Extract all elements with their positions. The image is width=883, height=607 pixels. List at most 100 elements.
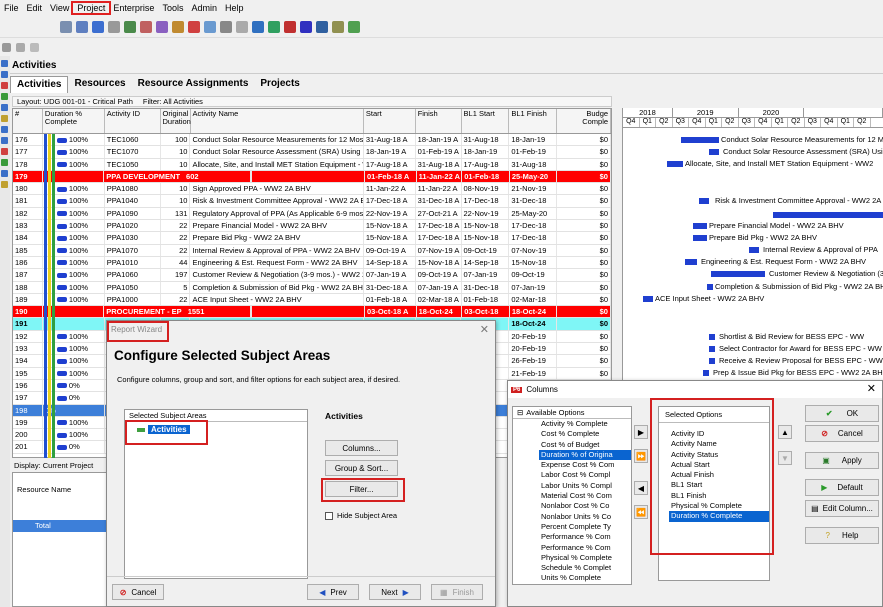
close-icon[interactable]: ✕ <box>480 323 489 336</box>
available-option[interactable]: Cost % Complete <box>539 429 631 439</box>
cancel-button[interactable]: ⊘ Cancel <box>805 425 879 442</box>
edit-column-button[interactable]: ▤ Edit Column... <box>805 500 879 517</box>
ok-button[interactable]: ✔ OK <box>805 405 879 422</box>
table-row[interactable]: 190 PROCUREMENT - EP 15511551 03-Oct-18 A 18… <box>13 306 611 319</box>
cancel-button[interactable]: ⊘ Cancel <box>112 584 164 600</box>
menu-view[interactable]: View <box>46 3 73 13</box>
move-left-button[interactable]: ◀ <box>634 481 648 495</box>
gantt-bar[interactable] <box>693 223 707 229</box>
hide-checkbox[interactable] <box>325 511 333 520</box>
total-row[interactable]: Total <box>13 520 111 532</box>
move-all-right-button[interactable]: ⏩ <box>634 449 648 463</box>
nav-icon[interactable] <box>1 93 8 100</box>
available-option[interactable]: Activity % Complete <box>539 419 631 429</box>
print-icon[interactable] <box>2 42 11 52</box>
move-right-button[interactable]: ▶ <box>634 425 648 439</box>
gantt-bar[interactable] <box>685 259 697 265</box>
col-header[interactable]: BL1 Start <box>462 109 510 133</box>
available-option[interactable]: Schedule % Complet <box>539 563 631 573</box>
nav-icon[interactable] <box>1 181 8 188</box>
table-row[interactable]: 179 PPA DEVELOPMENT 602602 01-Feb-18 A 11-Ja… <box>13 170 611 184</box>
hide-subject-area[interactable]: Hide Subject Area <box>325 511 397 520</box>
menu-project[interactable]: Project <box>71 1 112 15</box>
menu-edit[interactable]: Edit <box>23 3 47 13</box>
zoom-icon[interactable] <box>172 20 184 33</box>
gantt-bar[interactable] <box>667 161 683 167</box>
col-header[interactable]: Duration % Complete <box>43 109 105 133</box>
nav-icon[interactable] <box>1 115 8 122</box>
menu-admin[interactable]: Admin <box>187 3 221 13</box>
table-row[interactable]: 184 100% PPA1030 22 Prepare Bid Pkg - WW2 2A… <box>13 232 611 245</box>
available-option[interactable]: Percent Complete Ty <box>539 522 631 532</box>
menu-help[interactable]: Help <box>221 3 248 13</box>
table-row[interactable]: 177 100% TEC1070 10 Conduct Solar Resource A… <box>13 146 611 159</box>
help-button[interactable]: ? Help <box>805 527 879 544</box>
nav-icon[interactable] <box>1 126 8 133</box>
move-all-left-button[interactable]: ⏪ <box>634 505 648 519</box>
group-sort-button[interactable]: Group & Sort... <box>325 460 398 476</box>
col-header[interactable]: Activity ID <box>105 109 161 133</box>
tab-activities[interactable]: Activities <box>10 76 69 93</box>
gantt-bar[interactable] <box>707 284 713 290</box>
resource-name-header[interactable]: Resource Name <box>13 473 111 498</box>
available-option[interactable]: Units % Complete <box>539 573 631 583</box>
gantt-bar[interactable] <box>643 296 653 302</box>
level-icon[interactable] <box>268 20 280 33</box>
table-row[interactable]: 181 100% PPA1040 10 Risk & Investment Commit… <box>13 195 611 208</box>
menu-tools[interactable]: Tools <box>158 3 187 13</box>
layout-label[interactable]: Layout: UDG 001-01 - Critical Path <box>17 97 133 106</box>
menu-enterprise[interactable]: Enterprise <box>109 3 158 13</box>
move-down-button[interactable]: ▼ <box>778 451 792 465</box>
available-option[interactable]: Performance % Com <box>539 532 631 542</box>
available-option[interactable]: Labor Units % Compl <box>539 481 631 491</box>
apply-button[interactable]: ▣ Apply <box>805 452 879 469</box>
columns-button[interactable]: Columns... <box>325 440 398 456</box>
nav-icon[interactable] <box>1 148 8 155</box>
col-header[interactable]: Original Duration <box>161 109 191 133</box>
available-option[interactable]: Performance % Com <box>539 543 631 553</box>
next-button[interactable]: Next ▶ <box>369 584 421 600</box>
collapse-icon[interactable]: ⊟ <box>517 408 523 417</box>
apply-actuals-icon[interactable] <box>332 20 344 33</box>
col-header[interactable]: Activity Name <box>191 109 364 133</box>
col-header[interactable]: Start <box>364 109 416 133</box>
table-row[interactable]: 185 100% PPA1070 22 Internal Review & Approv… <box>13 244 611 257</box>
table-row[interactable]: 188 100% PPA1050 5 Completion & Submission o… <box>13 281 611 294</box>
gantt-bar[interactable] <box>703 370 709 376</box>
available-option[interactable]: Nonlabor Cost % Co <box>539 501 631 511</box>
gantt-bar[interactable] <box>699 198 709 204</box>
calendar-icon[interactable] <box>188 20 200 33</box>
available-option[interactable]: Duration % of Origina <box>539 449 631 461</box>
col-header[interactable]: Finish <box>416 109 462 133</box>
col-header[interactable]: BL1 Finish <box>509 109 558 133</box>
progress-icon[interactable] <box>300 20 312 33</box>
nav-icon[interactable] <box>1 159 8 166</box>
gantt-bar[interactable] <box>709 334 715 340</box>
store-icon[interactable] <box>284 20 296 33</box>
available-option[interactable]: Nonlabor Units % Co <box>539 512 631 522</box>
nav-icon[interactable] <box>1 82 8 89</box>
layout-icon[interactable] <box>60 20 72 33</box>
print-preview-icon[interactable] <box>16 42 25 52</box>
nav-icon[interactable] <box>1 60 8 67</box>
gantt-bar[interactable] <box>693 235 707 241</box>
move-up-button[interactable]: ▲ <box>778 425 792 439</box>
bars-icon[interactable] <box>108 20 120 33</box>
available-option[interactable]: Labor Cost % Compl <box>539 470 631 480</box>
nav-icon[interactable] <box>1 137 8 144</box>
filter-label[interactable]: Filter: All Activities <box>143 97 203 106</box>
available-option[interactable]: Material Cost % Com <box>539 491 631 501</box>
table-row[interactable]: 189 100% PPA1000 22 ACE Input Sheet - WW2 2A… <box>13 293 611 307</box>
table-row[interactable]: 187 100% PPA1060 197 Customer Review & Negot… <box>13 269 611 282</box>
table-row[interactable]: 182 100% PPA1090 131 Regulatory Approval of … <box>13 207 611 221</box>
table-row[interactable]: 176 100% TEC1060 100 Conduct Solar Resource … <box>13 134 611 147</box>
tab-projects[interactable]: Projects <box>254 76 305 93</box>
tab-resource-assignments[interactable]: Resource Assignments <box>132 76 255 93</box>
gantt-bar[interactable] <box>709 346 715 352</box>
available-options-list[interactable]: ⊟ Available Options Activity % Complete Co… <box>512 406 632 585</box>
table-icon[interactable] <box>204 20 216 33</box>
col-header[interactable]: # <box>13 109 43 133</box>
available-option[interactable]: Physical % Complete <box>539 553 631 563</box>
default-button[interactable]: ▶ Default <box>805 479 879 496</box>
schedule-icon[interactable] <box>252 20 264 33</box>
